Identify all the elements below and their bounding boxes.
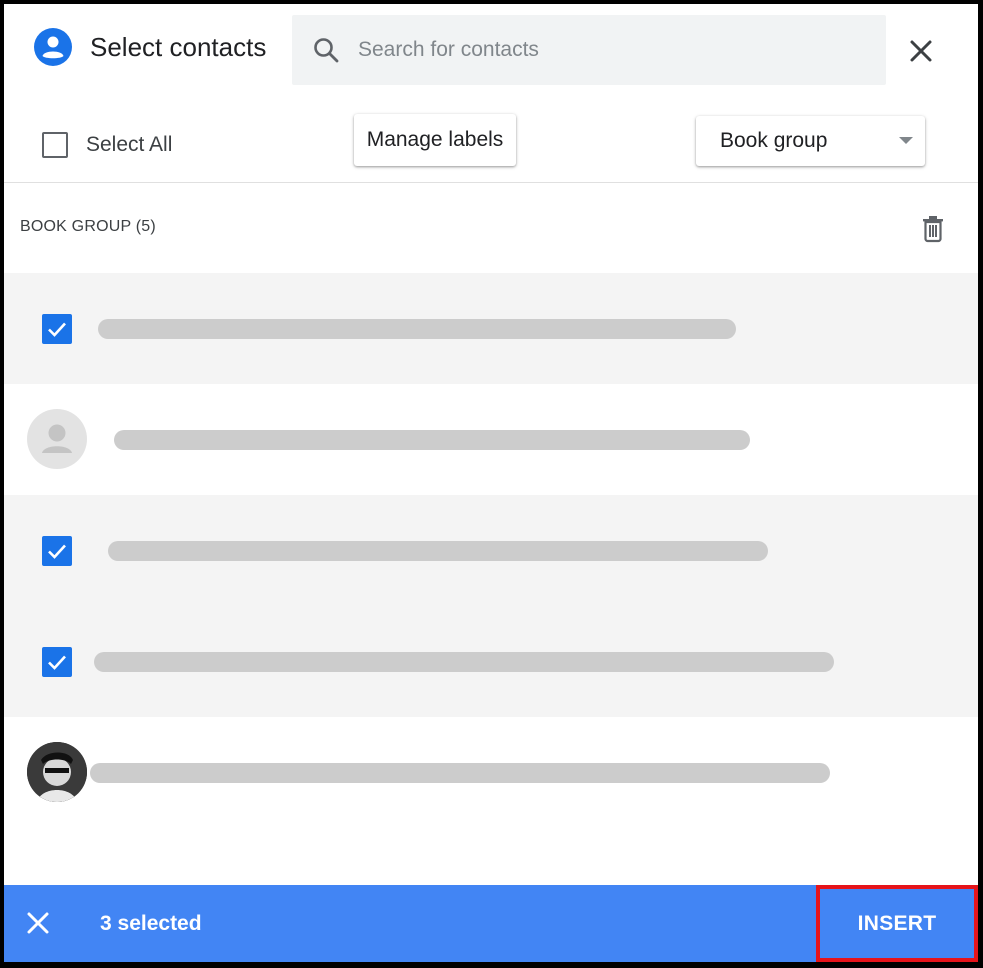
search-icon (314, 38, 339, 63)
person-icon (27, 409, 87, 469)
checkbox-checked-icon[interactable] (42, 314, 72, 344)
contact-row[interactable] (4, 273, 978, 384)
contact-photo-avatar (27, 742, 87, 802)
search-box[interactable] (292, 15, 886, 85)
selected-count: 3 selected (100, 912, 202, 935)
redacted-contact-info (98, 319, 736, 339)
redacted-contact-info (94, 652, 834, 672)
redacted-contact-info (108, 541, 768, 561)
dialog-title: Select contacts (90, 32, 267, 62)
label-filter-value: Book group (720, 129, 828, 152)
dropdown-arrow-icon (899, 137, 913, 144)
delete-icon[interactable] (918, 213, 948, 243)
search-input[interactable] (358, 33, 858, 67)
close-icon[interactable] (907, 37, 935, 65)
contact-row[interactable] (4, 495, 978, 606)
account-circle-icon (34, 28, 72, 66)
contact-row[interactable] (4, 384, 978, 495)
select-all-label: Select All (86, 133, 173, 156)
checkbox-unchecked-icon[interactable] (42, 132, 68, 158)
divider (4, 182, 978, 183)
contact-row[interactable] (4, 606, 978, 717)
contact-list (4, 273, 978, 828)
group-header: BOOK GROUP (5) (20, 218, 156, 235)
redacted-contact-info (90, 763, 830, 783)
checkbox-checked-icon[interactable] (42, 536, 72, 566)
selection-footer-bar: 3 selected INSERT (4, 885, 978, 962)
select-contacts-dialog: Select contacts Select All Manage labels… (4, 4, 978, 962)
checkbox-checked-icon[interactable] (42, 647, 72, 677)
contact-row[interactable] (4, 717, 978, 828)
insert-button[interactable]: INSERT (816, 885, 978, 962)
label-filter-dropdown[interactable]: Book group (696, 116, 925, 166)
close-icon[interactable] (26, 911, 50, 935)
manage-labels-button[interactable]: Manage labels (354, 114, 516, 166)
redacted-contact-info (114, 430, 750, 450)
select-all-checkbox[interactable]: Select All (42, 130, 172, 160)
